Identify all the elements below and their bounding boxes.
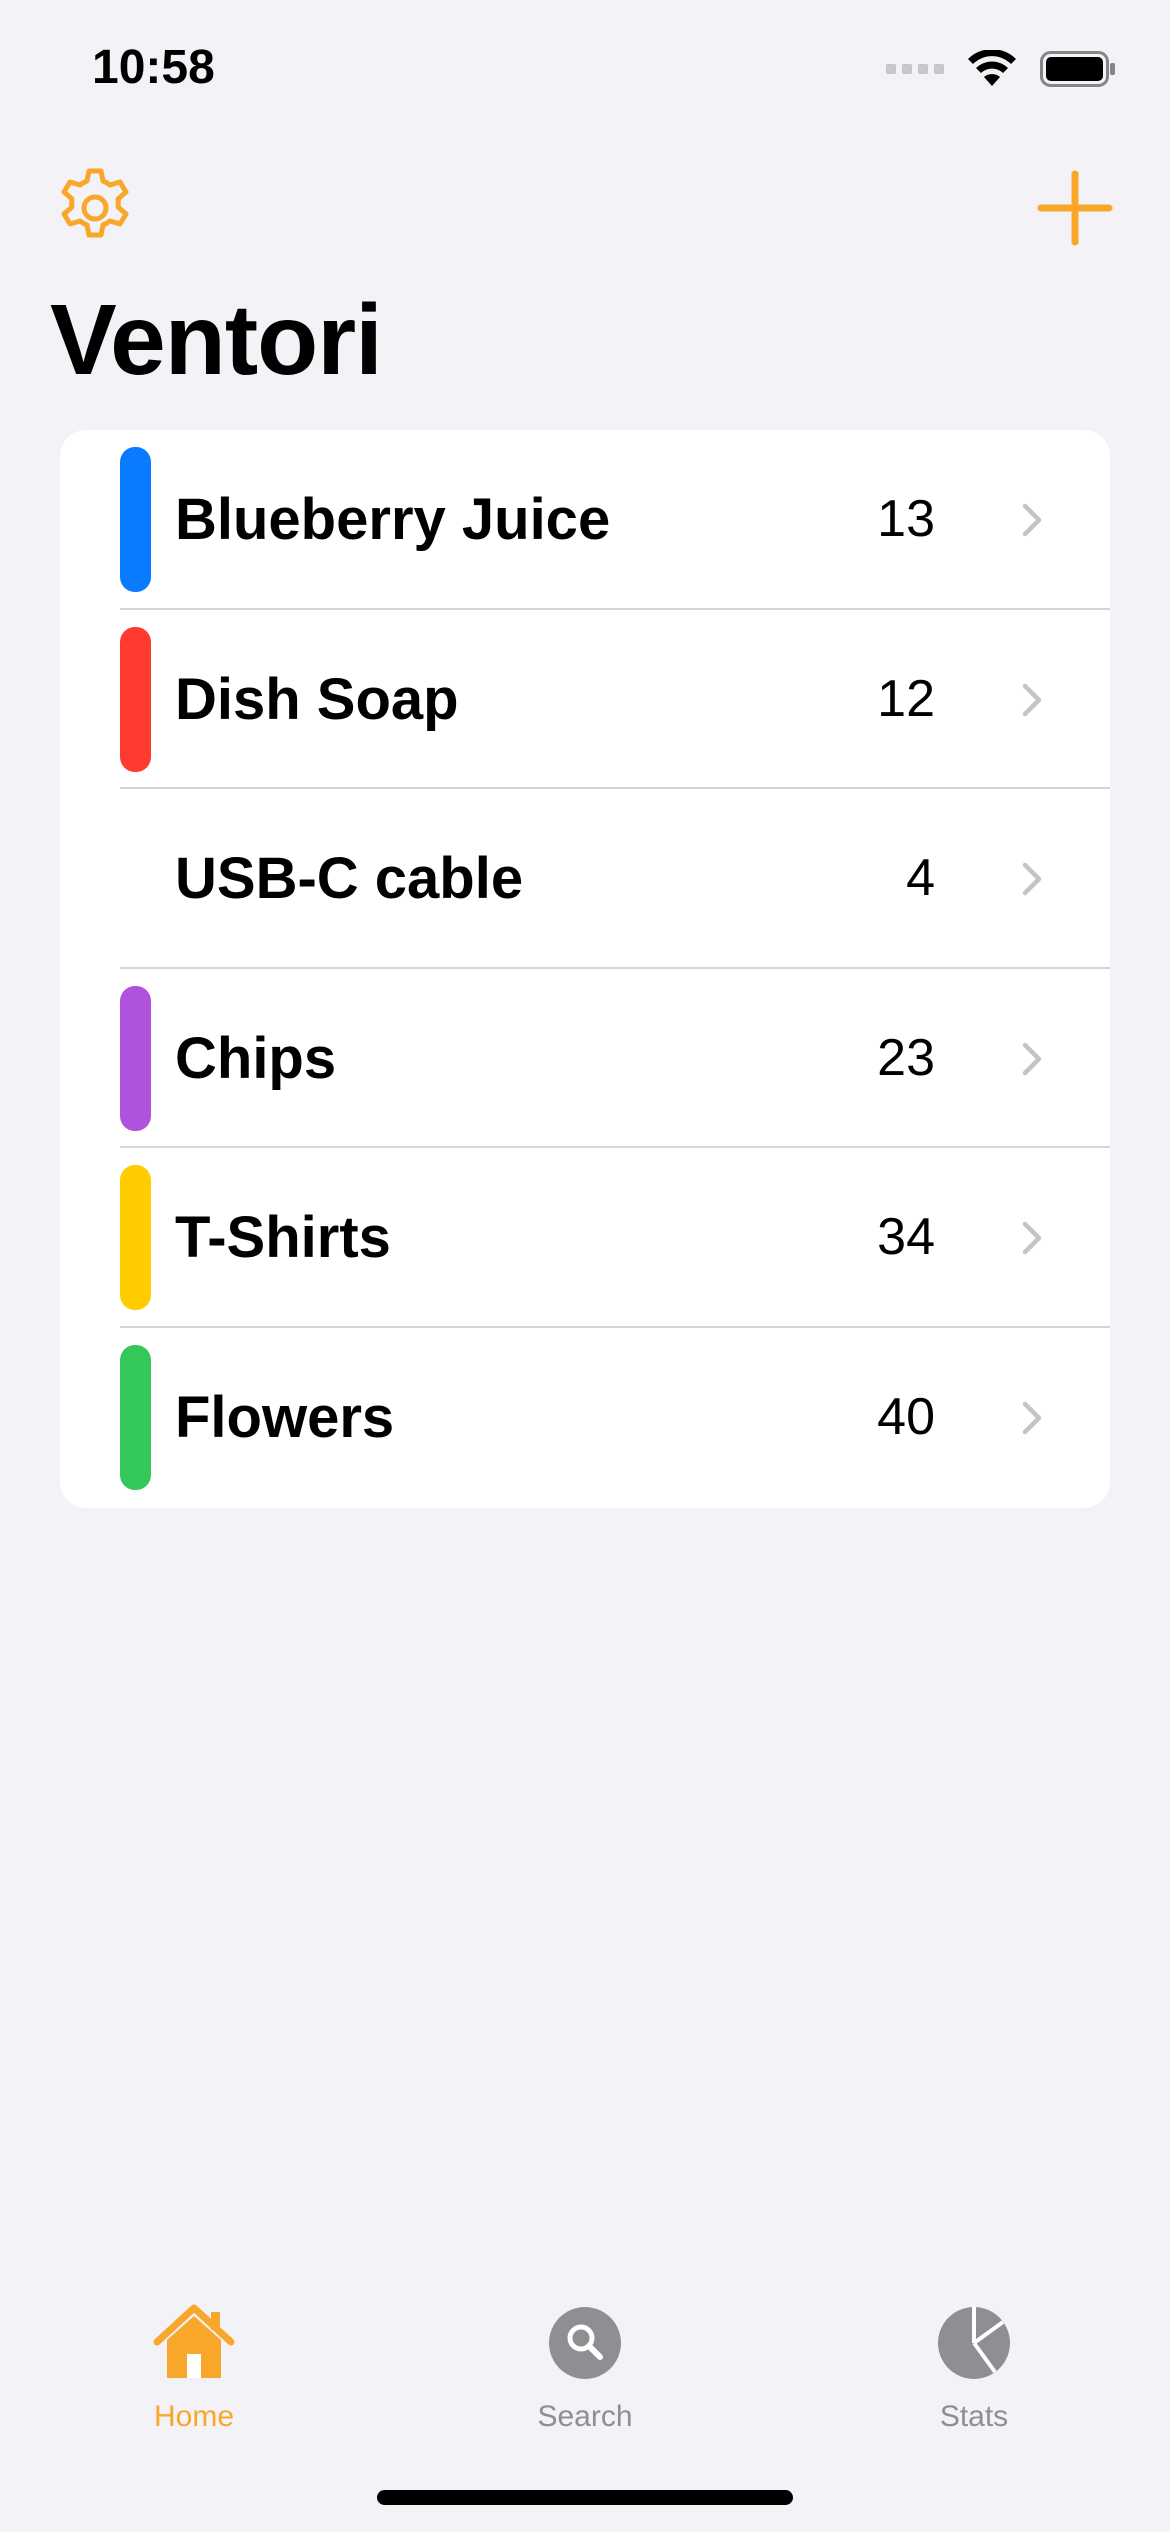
item-name: Blueberry Juice bbox=[175, 487, 611, 552]
chevron-right-icon bbox=[1022, 1401, 1042, 1435]
battery-icon bbox=[1040, 51, 1115, 87]
list-item[interactable]: Flowers 40 bbox=[60, 1328, 1110, 1508]
page-title: Ventori bbox=[50, 284, 383, 396]
item-count: 40 bbox=[877, 1387, 935, 1446]
item-count: 34 bbox=[877, 1208, 935, 1267]
chevron-right-icon bbox=[1022, 1042, 1042, 1076]
plus-icon bbox=[1037, 170, 1113, 246]
item-count: 12 bbox=[877, 669, 935, 728]
item-name: T-Shirts bbox=[175, 1205, 391, 1271]
chevron-right-icon bbox=[1022, 503, 1042, 537]
wifi-icon bbox=[968, 50, 1016, 86]
list-item[interactable]: USB-C cable 4 bbox=[60, 789, 1110, 969]
color-tag bbox=[120, 1165, 151, 1311]
pie-chart-icon bbox=[938, 2307, 1010, 2379]
item-name: Flowers bbox=[175, 1384, 395, 1450]
tab-stats[interactable]: Stats bbox=[874, 2270, 1074, 2433]
home-indicator bbox=[377, 2490, 793, 2505]
inventory-list: Blueberry Juice 13 Dish Soap 12 USB-C cable 4… bbox=[60, 430, 1110, 1508]
color-tag bbox=[120, 1344, 151, 1490]
house-icon bbox=[153, 2304, 235, 2378]
list-item[interactable]: Dish Soap 12 bbox=[60, 610, 1110, 790]
tab-label: Home bbox=[153, 2400, 235, 2433]
list-item[interactable]: Chips 23 bbox=[60, 969, 1110, 1149]
list-item[interactable]: Blueberry Juice 13 bbox=[60, 430, 1110, 610]
tab-label: Search bbox=[537, 2400, 633, 2433]
tab-search[interactable]: Search bbox=[485, 2270, 685, 2433]
color-tag bbox=[120, 985, 151, 1131]
magnifying-glass-icon bbox=[549, 2307, 621, 2379]
item-name: Dish Soap bbox=[175, 666, 459, 732]
item-count: 4 bbox=[906, 849, 935, 908]
item-count: 23 bbox=[877, 1028, 935, 1087]
chevron-right-icon bbox=[1022, 683, 1042, 716]
list-item[interactable]: T-Shirts 34 bbox=[60, 1148, 1110, 1328]
settings-button[interactable] bbox=[52, 165, 138, 251]
status-bar: 10:58 bbox=[0, 0, 1170, 130]
item-name: Chips bbox=[175, 1025, 337, 1091]
color-tag bbox=[120, 447, 151, 592]
cellular-signal-icon bbox=[886, 64, 944, 74]
tab-label: Stats bbox=[939, 2400, 1009, 2433]
color-tag bbox=[120, 626, 151, 772]
gear-icon bbox=[61, 168, 129, 238]
status-indicators bbox=[886, 50, 1116, 88]
status-time: 10:58 bbox=[92, 41, 215, 94]
item-name: USB-C cable bbox=[175, 846, 524, 912]
tab-bar: Home Search Stats bbox=[0, 2270, 1170, 2433]
chevron-right-icon bbox=[1022, 1222, 1042, 1255]
add-item-button[interactable] bbox=[1032, 165, 1118, 251]
chevron-right-icon bbox=[1022, 862, 1042, 896]
item-count: 13 bbox=[877, 490, 935, 548]
tab-home[interactable]: Home bbox=[94, 2270, 294, 2433]
